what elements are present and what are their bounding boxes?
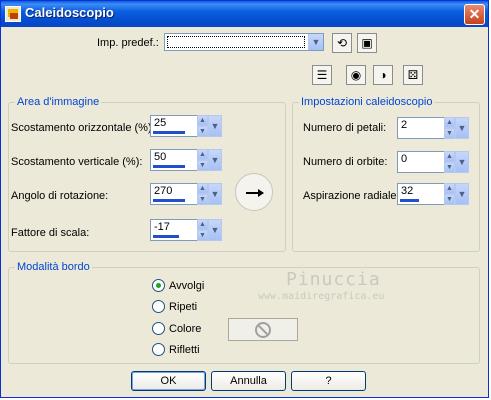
radio-circle[interactable] <box>152 322 165 335</box>
up-down-arrows[interactable]: ▲ ▼ <box>197 219 208 241</box>
kaleido-settings-title: Impostazioni caleidoscopio <box>299 96 435 108</box>
up-down-arrows[interactable]: ▲ ▼ <box>444 151 455 173</box>
up-down-arrows[interactable]: ▲ ▼ <box>197 183 208 205</box>
rotation-dial[interactable] <box>235 173 273 211</box>
value-bar <box>400 199 419 202</box>
watermark-name: Pinuccia <box>286 269 381 290</box>
radial-suction-spinner[interactable]: 32 ▲ ▼ ▼ <box>397 183 469 205</box>
save-icon[interactable]: ▣ <box>357 33 377 53</box>
scale-factor-spinner[interactable]: -17 ▲ ▼ ▼ <box>150 219 222 241</box>
chevron-down-icon[interactable]: ▼ <box>455 151 469 173</box>
help-button[interactable]: ? <box>291 371 366 391</box>
kaleidoscope-dialog: Caleidoscopio ✕ Imp. predef.: ▼ ⟲ ▣ ☰ ◉ … <box>0 0 489 398</box>
horizontal-offset-label: Scostamento orizzontale (%): <box>11 122 155 134</box>
radio-colore[interactable]: Colore <box>152 322 201 335</box>
radio-circle[interactable] <box>152 343 165 356</box>
orbits-input[interactable]: 0 <box>397 151 445 173</box>
radio-ripeti[interactable]: Ripeti <box>152 300 197 313</box>
up-down-arrows[interactable]: ▲ ▼ <box>197 149 208 171</box>
orbits-spinner[interactable]: 0 ▲ ▼ ▼ <box>397 151 469 173</box>
chevron-down-icon[interactable]: ▼ <box>208 149 222 171</box>
horizontal-offset-input[interactable]: 25 <box>150 115 198 137</box>
proof-preview-icon[interactable]: ◉ <box>346 65 366 85</box>
radial-suction-input[interactable]: 32 <box>397 183 445 205</box>
title-bar[interactable]: Caleidoscopio ✕ <box>1 1 488 27</box>
rotation-angle-label: Angolo di rotazione: <box>11 190 109 202</box>
petals-input[interactable]: 2 <box>397 117 445 139</box>
orbits-label: Numero di orbite: <box>303 156 388 168</box>
image-area-title: Area d'immagine <box>15 96 102 108</box>
chevron-down-icon[interactable]: ▼ <box>455 117 469 139</box>
vertical-offset-spinner[interactable]: 50 ▲ ▼ ▼ <box>150 149 222 171</box>
preset-combo[interactable]: ▼ <box>164 33 324 51</box>
randomize-icon[interactable]: ⚄ <box>403 65 423 85</box>
window-title: Caleidoscopio <box>25 5 114 20</box>
rotation-angle-spinner[interactable]: 270 ▲ ▼ ▼ <box>150 183 222 205</box>
color-swatch[interactable] <box>228 318 298 341</box>
value-bar <box>153 165 185 168</box>
up-down-arrows[interactable]: ▲ ▼ <box>197 115 208 137</box>
petals-spinner[interactable]: 2 ▲ ▼ ▼ <box>397 117 469 139</box>
value-bar <box>153 235 179 238</box>
radio-rifletti[interactable]: Rifletti <box>152 343 200 356</box>
dialog-settings-icon[interactable]: ☰ <box>312 65 332 85</box>
edge-mode-title: Modalità bordo <box>15 261 92 273</box>
vertical-offset-input[interactable]: 50 <box>150 149 198 171</box>
horizontal-offset-spinner[interactable]: 25 ▲ ▼ ▼ <box>150 115 222 137</box>
edge-mode-group: Modalità bordo <box>8 261 480 364</box>
chevron-down-icon[interactable]: ▼ <box>208 183 222 205</box>
value-bar <box>153 199 185 202</box>
app-icon <box>5 6 21 22</box>
cancel-button[interactable]: Annulla <box>211 371 286 391</box>
disabled-icon <box>255 322 271 338</box>
scale-factor-label: Fattore di scala: <box>11 227 90 239</box>
value-bar <box>153 131 185 134</box>
scale-factor-input[interactable]: -17 <box>150 219 198 241</box>
radio-circle[interactable] <box>152 279 165 292</box>
dial-arrow-icon <box>246 192 258 194</box>
chevron-down-icon[interactable]: ▼ <box>208 115 222 137</box>
rotation-angle-input[interactable]: 270 <box>150 183 198 205</box>
up-down-arrows[interactable]: ▲ ▼ <box>444 117 455 139</box>
vertical-offset-label: Scostamento verticale (%): <box>11 156 143 168</box>
chevron-down-icon[interactable]: ▼ <box>455 183 469 205</box>
close-button[interactable]: ✕ <box>464 4 485 25</box>
chevron-down-icon[interactable]: ▼ <box>308 34 323 50</box>
up-down-arrows[interactable]: ▲ ▼ <box>444 183 455 205</box>
radial-suction-label: Aspirazione radiale: <box>303 190 400 202</box>
auto-preview-icon[interactable]: ◑ <box>373 65 393 85</box>
reset-icon[interactable]: ⟲ <box>332 33 352 53</box>
petals-label: Numero di petali: <box>303 122 387 134</box>
radio-circle[interactable] <box>152 300 165 313</box>
chevron-down-icon[interactable]: ▼ <box>208 219 222 241</box>
watermark-url: www.maidiregrafica.eu <box>258 291 385 302</box>
ok-button[interactable]: OK <box>131 371 206 391</box>
radio-avvolgi[interactable]: Avvolgi <box>152 279 204 292</box>
preset-label: Imp. predef.: <box>97 37 159 49</box>
